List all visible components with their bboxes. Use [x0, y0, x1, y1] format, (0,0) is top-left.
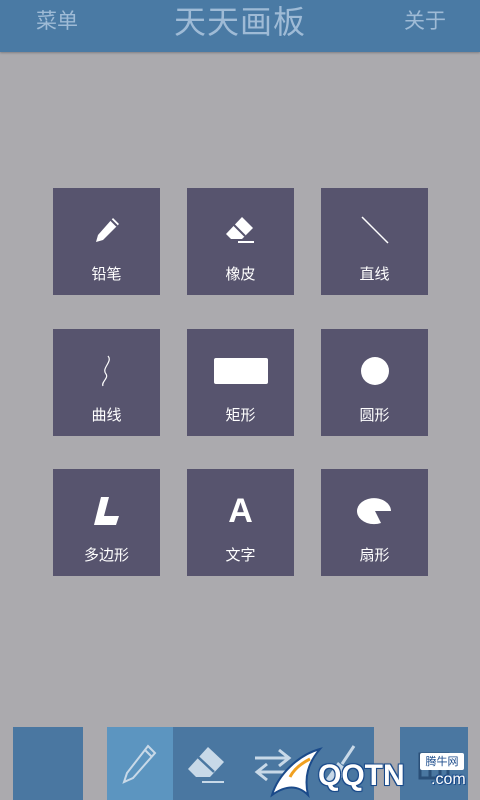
line-icon [360, 216, 389, 244]
tool-text[interactable]: A 文字 [187, 469, 294, 576]
tool-line[interactable]: 直线 [321, 188, 428, 295]
header-bar: 菜单 天天画板 关于 [0, 0, 480, 52]
rectangle-icon [213, 358, 268, 384]
tool-eraser[interactable]: 橡皮 [187, 188, 294, 295]
tool-label: 扇形 [359, 546, 390, 564]
tool-label: 直线 [359, 265, 390, 283]
sector-icon [356, 498, 391, 525]
about-button[interactable]: 关于 [404, 6, 446, 36]
tool-grid: 铅笔 橡皮 直线 曲线 矩形 圆形 多边形 A 文字 扇形 [53, 188, 428, 576]
quick-eraser-button[interactable] [173, 727, 239, 800]
tool-label: 曲线 [91, 406, 122, 424]
tool-sector[interactable]: 扇形 [321, 469, 428, 576]
tool-circle[interactable]: 圆形 [321, 329, 428, 436]
curve-icon [101, 355, 110, 387]
tool-label: 多边形 [83, 546, 129, 564]
app-screen: 菜单 天天画板 关于 铅笔 橡皮 直线 曲线 矩形 圆形 多边形 A 文字 扇形… [0, 0, 480, 800]
tool-label: 文字 [225, 546, 256, 564]
watermark-suffix: .com [431, 771, 466, 788]
watermark: QQTN 腾牛网 .com [268, 745, 480, 800]
tool-label: 矩形 [225, 406, 256, 424]
eraser-icon [225, 217, 254, 243]
tool-rectangle[interactable]: 矩形 [187, 329, 294, 436]
tool-label: 铅笔 [91, 265, 122, 283]
pencil-icon [122, 743, 157, 784]
tool-label: 橡皮 [225, 265, 256, 283]
tool-pencil[interactable]: 铅笔 [53, 188, 160, 295]
circle-icon [360, 357, 389, 385]
pencil-icon [95, 218, 119, 242]
watermark-text: QQTN [318, 759, 405, 792]
tool-curve[interactable]: 曲线 [53, 329, 160, 436]
watermark-badge: 腾牛网 [420, 753, 464, 770]
quick-pencil-button[interactable] [107, 727, 173, 800]
polygon-icon [93, 497, 119, 525]
watermark-logo-icon [270, 747, 323, 799]
text-icon: A [228, 492, 253, 530]
tool-label: 圆形 [359, 406, 390, 424]
color-picker-button[interactable] [13, 727, 83, 800]
tool-polygon[interactable]: 多边形 [53, 469, 160, 576]
eraser-icon [188, 746, 224, 783]
